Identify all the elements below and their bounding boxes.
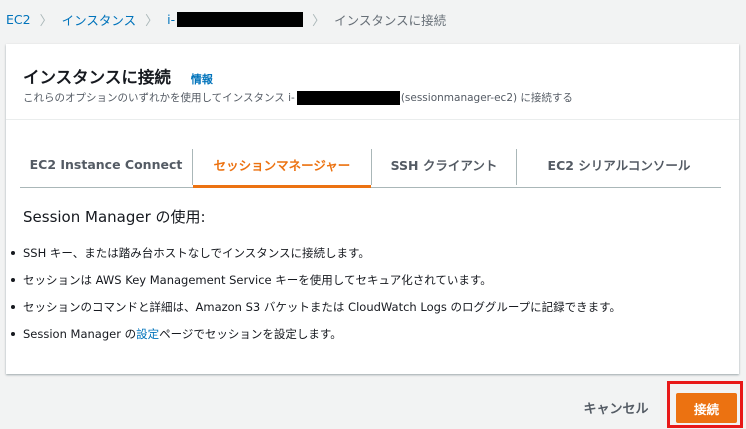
tab-session-manager[interactable]: セッションマネージャー xyxy=(193,142,371,188)
list-item: セッションのコマンドと詳細は、Amazon S3 バケットまたは CloudWa… xyxy=(11,293,621,320)
settings-link[interactable]: 設定 xyxy=(136,326,159,342)
info-link[interactable]: 情報 xyxy=(191,71,213,87)
list-item-text: SSH キー、または踏み台ホストなしでインスタンスに接続します。 xyxy=(23,245,370,260)
breadcrumb-instance-link[interactable]: i- xyxy=(167,11,304,27)
feature-list: SSH キー、または踏み台ホストなしでインスタンスに接続します。 セッションは … xyxy=(11,239,621,347)
redacted-instance-id xyxy=(296,90,400,105)
connection-tabs: EC2 Instance Connect セッションマネージャー SSH クライ… xyxy=(20,142,721,188)
list-item-text-after: ページでセッションを設定します。 xyxy=(159,326,342,341)
breadcrumb-ec2-link[interactable]: EC2 xyxy=(6,12,31,27)
description-prefix: これらのオプションのいずれかを使用してインスタンス i- xyxy=(23,92,295,104)
tab-ssh-client[interactable]: SSH クライアント xyxy=(372,142,516,187)
list-item: SSH キー、または踏み台ホストなしでインスタンスに接続します。 xyxy=(11,239,621,266)
list-item: セッションは AWS Key Management Service キーを使用し… xyxy=(11,266,621,293)
breadcrumb-current: インスタンスに接続 xyxy=(334,12,447,28)
list-item-text-before: Session Manager の xyxy=(23,326,137,341)
page-title: インスタンスに接続 xyxy=(23,68,171,87)
redacted-instance-id xyxy=(177,11,304,27)
cancel-button[interactable]: キャンセル xyxy=(578,393,654,421)
bullet-icon xyxy=(11,331,15,336)
chevron-right-icon: 〉 xyxy=(39,13,53,29)
breadcrumb: EC2 〉 インスタンス 〉 i- 〉 インスタンスに接続 xyxy=(6,9,446,29)
bullet-icon xyxy=(11,250,15,255)
chevron-right-icon: 〉 xyxy=(312,13,326,29)
tab-ec2-serial-console[interactable]: EC2 シリアルコンソール xyxy=(517,142,721,187)
bullet-icon xyxy=(11,277,15,282)
tab-ec2-instance-connect[interactable]: EC2 Instance Connect xyxy=(20,142,192,187)
description-suffix: (sessionmanager-ec2) に接続する xyxy=(400,92,573,104)
breadcrumb-instance-prefix: i- xyxy=(167,11,176,27)
section-title: Session Manager の使用: xyxy=(23,208,206,226)
list-item-text: セッションは AWS Key Management Service キーを使用し… xyxy=(23,272,492,287)
list-item-text: セッションのコマンドと詳細は、Amazon S3 バケットまたは CloudWa… xyxy=(23,299,621,314)
connect-button[interactable]: 接続 xyxy=(676,393,737,423)
bullet-icon xyxy=(11,304,15,309)
chevron-right-icon: 〉 xyxy=(145,13,159,29)
breadcrumb-instances-link[interactable]: インスタンス xyxy=(62,10,137,29)
list-item: Session Manager の設定 ページでセッションを設定します。 xyxy=(11,320,621,347)
page-description: これらのオプションのいずれかを使用してインスタンス i- (sessionman… xyxy=(23,90,573,105)
connect-card: インスタンスに接続 情報 これらのオプションのいずれかを使用してインスタンス i… xyxy=(6,44,739,374)
card-header: インスタンスに接続 情報 これらのオプションのいずれかを使用してインスタンス i… xyxy=(6,44,739,120)
